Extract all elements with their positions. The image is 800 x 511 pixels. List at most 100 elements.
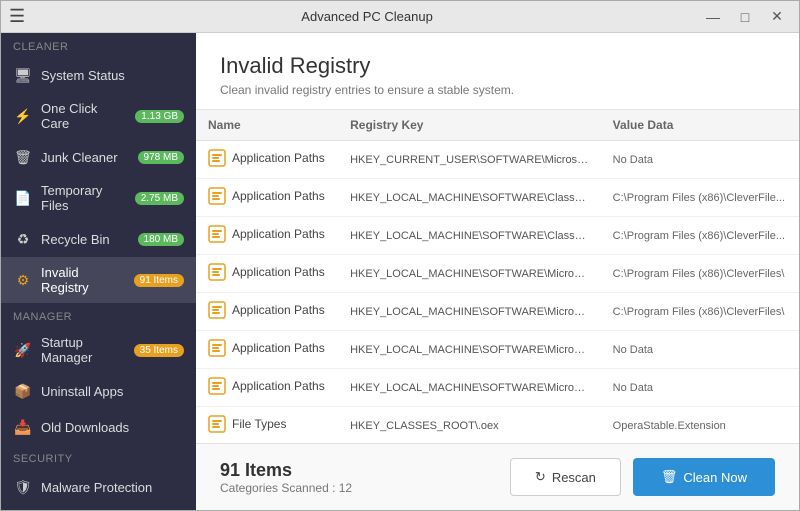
table-row: Application Paths HKEY_LOCAL_MACHINE\SOF… [196, 255, 799, 293]
cell-key-5: HKEY_LOCAL_MACHINE\SOFTWARE\Microsoft\Wi… [338, 331, 601, 369]
cell-key-2: HKEY_LOCAL_MACHINE\SOFTWARE\Classes\Appl… [338, 217, 601, 255]
row-icon-6: Application Paths [208, 377, 325, 395]
cell-value-6: No Data [601, 369, 799, 407]
sidebar-item-junk-cleaner[interactable]: Junk Cleaner 978 MB [1, 139, 196, 175]
table-row: Application Paths HKEY_CURRENT_USER\SOFT… [196, 141, 799, 179]
clean-icon: 🗑 [661, 469, 678, 485]
content-area: Invalid Registry Clean invalid registry … [196, 33, 799, 510]
monitor-icon [13, 65, 33, 85]
cell-key-7: HKEY_CLASSES_ROOT\.oex [338, 407, 601, 444]
temporary-files-badge: 2.75 MB [135, 192, 184, 205]
row-icon-7: File Types [208, 415, 286, 433]
sidebar-label-malware-protection: Malware Protection [41, 480, 184, 495]
security-section-label: Security [1, 445, 196, 469]
downloads-icon [13, 417, 33, 437]
sidebar-label-startup-manager: Startup Manager [41, 335, 126, 365]
footer-buttons: ↻ Rescan 🗑 Clean Now [510, 458, 775, 496]
sidebar-item-temporary-files[interactable]: Temporary Files 2.75 MB [1, 175, 196, 221]
col-key-header: Registry Key [338, 110, 601, 141]
rescan-button[interactable]: ↻ Rescan [510, 458, 621, 496]
minimize-button[interactable]: — [699, 6, 727, 28]
registry-table: Name Registry Key Value Data [196, 110, 799, 443]
sidebar: Cleaner System Status One Click Care 1.1… [1, 33, 196, 510]
invalid-registry-badge: 91 Items [134, 274, 184, 287]
cell-name-2: Application Paths [196, 217, 338, 255]
content-footer: 91 Items Categories Scanned : 12 ↻ Resca… [196, 443, 799, 510]
startup-manager-badge: 35 Items [134, 344, 184, 357]
cell-key-4: HKEY_LOCAL_MACHINE\SOFTWARE\Microsoft\Wi… [338, 293, 601, 331]
cell-name-5: Application Paths [196, 331, 338, 369]
sidebar-label-temporary-files: Temporary Files [41, 183, 127, 213]
window-title: Advanced PC Cleanup [35, 9, 699, 24]
cell-value-2: C:\Program Files (x86)\CleverFile... [601, 217, 799, 255]
main-layout: Cleaner System Status One Click Care 1.1… [1, 33, 799, 510]
junk-icon [13, 147, 33, 167]
cell-name-4: Application Paths [196, 293, 338, 331]
cell-value-3: C:\Program Files (x86)\CleverFiles\ [601, 255, 799, 293]
cell-key-3: HKEY_LOCAL_MACHINE\SOFTWARE\Microsoft\Wi… [338, 255, 601, 293]
table-header-row: Name Registry Key Value Data [196, 110, 799, 141]
window-controls: — □ ✕ [699, 6, 791, 28]
registry-icon [13, 270, 33, 290]
row-icon-5: Application Paths [208, 339, 325, 357]
table-row: Application Paths HKEY_LOCAL_MACHINE\SOF… [196, 369, 799, 407]
startup-icon [13, 340, 33, 360]
app-window: ☰ Advanced PC Cleanup — □ ✕ Cleaner Syst… [0, 0, 800, 511]
cleaner-section-label: Cleaner [1, 33, 196, 57]
cell-name-7: File Types [196, 407, 338, 444]
row-icon-0: Application Paths [208, 149, 325, 167]
temp-icon [13, 188, 33, 208]
sidebar-label-one-click-care: One Click Care [41, 101, 127, 131]
items-count: 91 Items [220, 460, 352, 481]
sidebar-item-identity-protection[interactable]: Identity Protection 42 Items [1, 505, 196, 510]
cell-value-1: C:\Program Files (x86)\CleverFile... [601, 179, 799, 217]
close-button[interactable]: ✕ [763, 6, 791, 28]
table-row: File Types HKEY_CLASSES_ROOT\.oex OperaS… [196, 407, 799, 444]
sidebar-item-malware-protection[interactable]: Malware Protection [1, 469, 196, 505]
col-value-header: Value Data [601, 110, 799, 141]
clean-now-button[interactable]: 🗑 Clean Now [633, 458, 775, 496]
col-name-header: Name [196, 110, 338, 141]
table-container: Name Registry Key Value Data [196, 110, 799, 443]
sidebar-label-system-status: System Status [41, 68, 184, 83]
footer-info: 91 Items Categories Scanned : 12 [220, 460, 352, 495]
uninstall-icon [13, 381, 33, 401]
junk-cleaner-badge: 978 MB [138, 151, 184, 164]
one-click-care-badge: 1.13 GB [135, 110, 184, 123]
titlebar: ☰ Advanced PC Cleanup — □ ✕ [1, 1, 799, 33]
cell-key-6: HKEY_LOCAL_MACHINE\SOFTWARE\Microsoft\Wi… [338, 369, 601, 407]
malware-icon [13, 477, 33, 497]
table-row: Application Paths HKEY_LOCAL_MACHINE\SOF… [196, 331, 799, 369]
sidebar-item-system-status[interactable]: System Status [1, 57, 196, 93]
sidebar-item-old-downloads[interactable]: Old Downloads [1, 409, 196, 445]
cell-name-6: Application Paths [196, 369, 338, 407]
row-icon-2: Application Paths [208, 225, 325, 243]
page-title: Invalid Registry [220, 53, 775, 79]
sidebar-label-invalid-registry: Invalid Registry [41, 265, 126, 295]
recycle-icon [13, 229, 33, 249]
row-icon-4: Application Paths [208, 301, 325, 319]
manager-section-label: Manager [1, 303, 196, 327]
sidebar-item-startup-manager[interactable]: Startup Manager 35 Items [1, 327, 196, 373]
maximize-button[interactable]: □ [731, 6, 759, 28]
cell-name-3: Application Paths [196, 255, 338, 293]
menu-icon[interactable]: ☰ [9, 6, 25, 27]
sidebar-item-uninstall-apps[interactable]: Uninstall Apps [1, 373, 196, 409]
sidebar-label-old-downloads: Old Downloads [41, 420, 184, 435]
sidebar-item-invalid-registry[interactable]: Invalid Registry 91 Items [1, 257, 196, 303]
rescan-icon: ↻ [535, 469, 546, 485]
sidebar-label-uninstall-apps: Uninstall Apps [41, 384, 184, 399]
cell-name-1: Application Paths [196, 179, 338, 217]
sidebar-item-recycle-bin[interactable]: Recycle Bin 180 MB [1, 221, 196, 257]
cell-key-1: HKEY_LOCAL_MACHINE\SOFTWARE\Classes\Appl… [338, 179, 601, 217]
cell-name-0: Application Paths [196, 141, 338, 179]
row-icon-3: Application Paths [208, 263, 325, 281]
sidebar-label-recycle-bin: Recycle Bin [41, 232, 130, 247]
table-row: Application Paths HKEY_LOCAL_MACHINE\SOF… [196, 179, 799, 217]
care-icon [13, 106, 33, 126]
page-subtitle: Clean invalid registry entries to ensure… [220, 83, 775, 97]
sidebar-item-one-click-care[interactable]: One Click Care 1.13 GB [1, 93, 196, 139]
table-row: Application Paths HKEY_LOCAL_MACHINE\SOF… [196, 217, 799, 255]
row-icon-1: Application Paths [208, 187, 325, 205]
clean-label: Clean Now [683, 470, 747, 485]
